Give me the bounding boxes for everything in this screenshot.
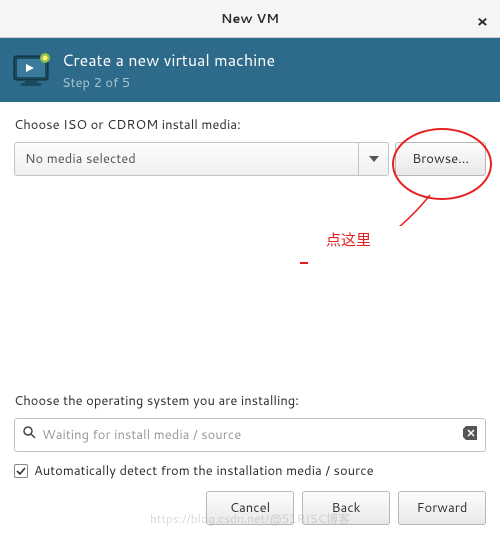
- cancel-button[interactable]: Cancel: [206, 491, 294, 525]
- titlebar: New VM ×: [0, 0, 500, 38]
- forward-button[interactable]: Forward: [398, 491, 486, 525]
- footer-buttons: Cancel Back Forward: [206, 491, 486, 525]
- annotation-dash: [300, 262, 308, 264]
- annotation-text: 点这里: [326, 229, 371, 250]
- autodetect-label: Automatically detect from the installati…: [34, 462, 374, 480]
- window-title: New VM: [221, 10, 279, 28]
- search-icon: [23, 426, 36, 444]
- autodetect-row[interactable]: Automatically detect from the installati…: [14, 462, 486, 480]
- media-label: Choose ISO or CDROM install media:: [14, 116, 486, 134]
- back-button[interactable]: Back: [302, 491, 390, 525]
- autodetect-checkbox[interactable]: [14, 464, 28, 478]
- os-search-placeholder: Waiting for install media / source: [42, 426, 463, 444]
- header-title: Create a new virtual machine: [62, 49, 275, 72]
- vm-monitor-icon: [12, 52, 52, 88]
- os-section: Choose the operating system you are inst…: [14, 392, 486, 480]
- wizard-header: Create a new virtual machine Step 2 of 5: [0, 38, 500, 102]
- media-dropdown-text: No media selected: [15, 143, 358, 175]
- clear-icon[interactable]: [463, 425, 477, 445]
- chevron-down-icon[interactable]: [358, 143, 388, 175]
- media-dropdown[interactable]: No media selected: [14, 142, 389, 176]
- browse-button[interactable]: Browse...: [395, 142, 486, 176]
- annotation-whitebox: [321, 226, 440, 319]
- os-label: Choose the operating system you are inst…: [14, 392, 486, 410]
- header-step: Step 2 of 5: [62, 74, 275, 92]
- os-search-input[interactable]: Waiting for install media / source: [14, 418, 486, 452]
- content-area: Choose ISO or CDROM install media: No me…: [0, 102, 500, 176]
- annotation-arrow: [380, 190, 440, 240]
- close-icon[interactable]: ×: [477, 10, 488, 33]
- media-row: No media selected Browse...: [14, 142, 486, 176]
- header-text: Create a new virtual machine Step 2 of 5: [62, 49, 275, 92]
